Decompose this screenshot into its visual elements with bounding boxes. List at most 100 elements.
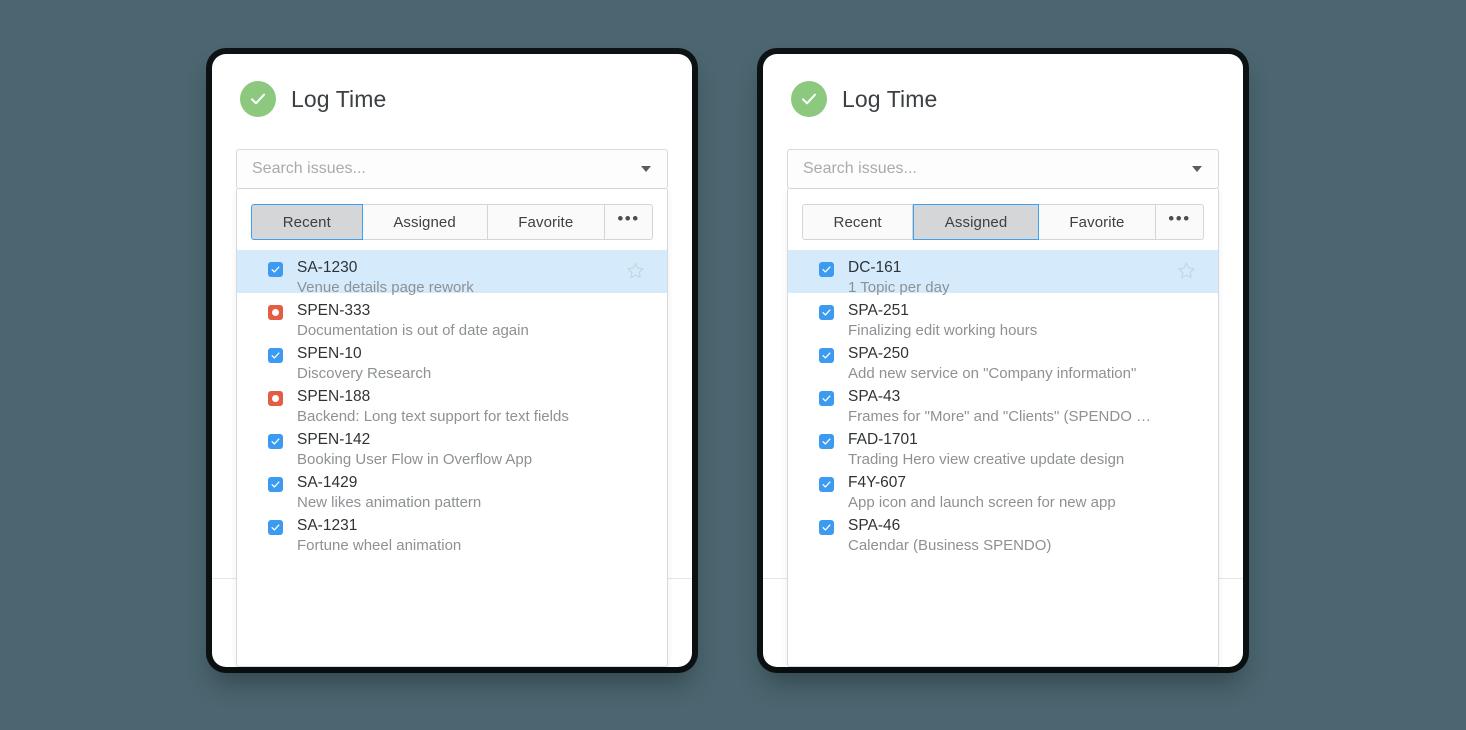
issue-text: SPA-43 Frames for "More" and "Clients" (S… [848,388,1218,426]
card-header: Log Time [763,54,1243,117]
issue-key: FAD-1701 [848,431,918,448]
favorite-star-icon[interactable] [626,261,645,280]
search-input[interactable]: Search issues... [236,149,668,189]
issue-type-icon[interactable] [268,305,283,320]
issue-text: SPA-250 Add new service on "Company infor… [848,345,1218,383]
card-body: Log Time Search issues... Recent Assigned Fa… [763,54,1243,667]
issue-text: SPA-251 Finalizing edit working hours [848,302,1218,340]
checkbox-icon[interactable] [268,520,283,535]
issue-text: SPEN-10 Discovery Research [297,345,667,383]
issue-key: F4Y-607 [848,474,907,491]
issue-row[interactable]: SPEN-142 Booking User Flow in Overflow Ap… [237,422,667,468]
issue-type-icon[interactable] [268,348,283,363]
issue-type-icon[interactable] [819,434,834,449]
issue-row[interactable]: SPA-46 Calendar (Business SPENDO) [788,508,1218,554]
tab-recent[interactable]: Recent [802,204,914,240]
more-options-button[interactable]: ••• [605,204,654,240]
issue-type-icon[interactable] [819,348,834,363]
tab-bar: Recent Assigned Favorite ••• [251,204,654,240]
issue-row[interactable]: SPA-43 Frames for "More" and "Clients" (S… [788,379,1218,425]
issue-list[interactable]: SA-1230 Venue details page rework SPEN-333… [237,250,667,554]
issue-text: FAD-1701 Trading Hero view creative updat… [848,431,1218,469]
issue-type-icon[interactable] [819,477,834,492]
chevron-down-icon[interactable] [641,166,651,172]
issue-row[interactable]: SPEN-333 Documentation is out of date aga… [237,293,667,339]
issue-dropdown: Recent Assigned Favorite ••• SA-1230 Venue de… [236,189,668,667]
issue-row[interactable]: FAD-1701 Trading Hero view creative updat… [788,422,1218,468]
issue-text: SPEN-188 Backend: Long text support for t… [297,388,667,426]
checkbox-icon[interactable] [819,391,834,406]
issue-text: SPEN-142 Booking User Flow in Overflow Ap… [297,431,667,469]
issue-summary: Calendar (Business SPENDO) [848,537,1052,554]
issue-row[interactable]: SPEN-188 Backend: Long text support for t… [237,379,667,425]
issue-key: SPA-251 [848,302,909,319]
issue-text: SPEN-333 Documentation is out of date aga… [297,302,667,340]
tab-assigned[interactable]: Assigned [913,204,1039,240]
issue-dropdown: Recent Assigned Favorite ••• DC-161 1 Topic p… [787,189,1219,667]
issue-row[interactable]: SA-1429 New likes animation pattern [237,465,667,511]
issue-key: SA-1231 [297,517,358,534]
tab-assigned[interactable]: Assigned [362,204,488,240]
checkbox-icon[interactable] [819,434,834,449]
search-input[interactable]: Search issues... [787,149,1219,189]
issue-type-icon[interactable] [819,391,834,406]
page-title: Log Time [291,85,387,112]
checkbox-icon[interactable] [819,348,834,363]
checkbox-icon[interactable] [819,520,834,535]
card-header: Log Time [212,54,692,117]
issue-text: DC-161 1 Topic per day [848,259,1218,297]
checkbox-icon[interactable] [819,262,834,277]
issue-text: SA-1429 New likes animation pattern [297,474,667,512]
issue-key: SA-1429 [297,474,358,491]
issue-type-icon[interactable] [268,477,283,492]
issue-key: SPA-43 [848,388,901,405]
issue-summary: Fortune wheel animation [297,537,462,554]
issue-text: SA-1230 Venue details page rework [297,259,667,297]
issue-row[interactable]: SA-1231 Fortune wheel animation [237,508,667,554]
checkbox-icon[interactable] [268,262,283,277]
issue-key: SPEN-10 [297,345,362,362]
issue-key: SPA-250 [848,345,909,362]
issue-list[interactable]: DC-161 1 Topic per day SPA-251 Finalizing e… [788,250,1218,554]
tab-favorite[interactable]: Favorite [487,204,606,240]
issue-text: F4Y-607 App icon and launch screen for ne… [848,474,1218,512]
issue-row[interactable]: SA-1230 Venue details page rework [237,250,667,296]
issue-type-icon[interactable] [819,262,834,277]
checkbox-icon[interactable] [819,305,834,320]
checkbox-icon[interactable] [268,434,283,449]
checkbox-icon[interactable] [268,477,283,492]
bug-icon[interactable] [268,305,283,320]
check-circle-icon [791,81,827,117]
issue-row[interactable]: DC-161 1 Topic per day [788,250,1218,296]
issue-row[interactable]: F4Y-607 App icon and launch screen for ne… [788,465,1218,511]
card-body: Log Time Search issues... Recent Assigned Fa… [212,54,692,667]
search-placeholder: Search issues... [252,160,366,177]
tab-favorite[interactable]: Favorite [1038,204,1156,240]
favorite-star-icon[interactable] [1177,261,1196,280]
issue-row[interactable]: SPA-251 Finalizing edit working hours [788,293,1218,339]
page-title: Log Time [842,85,938,112]
issue-type-icon[interactable] [268,520,283,535]
bug-icon[interactable] [268,391,283,406]
checkbox-icon[interactable] [268,348,283,363]
issue-type-icon[interactable] [819,520,834,535]
tab-recent[interactable]: Recent [251,204,363,240]
screen: Log Time Search issues... Recent Assigned Fa… [0,0,1466,730]
issue-row[interactable]: SPEN-10 Discovery Research [237,336,667,382]
issue-type-icon[interactable] [268,391,283,406]
more-options-button[interactable]: ••• [1155,204,1204,240]
issue-key: SA-1230 [297,259,358,276]
left-panel: Log Time Search issues... Recent Assigned Fa… [212,54,692,667]
issue-key: SPEN-188 [297,388,371,405]
issue-row[interactable]: SPA-250 Add new service on "Company infor… [788,336,1218,382]
issue-key: DC-161 [848,259,902,276]
issue-text: SPA-46 Calendar (Business SPENDO) [848,517,1218,555]
issue-type-icon[interactable] [268,434,283,449]
check-circle-icon [240,81,276,117]
issue-type-icon[interactable] [268,262,283,277]
issue-key: SPA-46 [848,517,901,534]
issue-type-icon[interactable] [819,305,834,320]
tab-bar: Recent Assigned Favorite ••• [802,204,1204,240]
chevron-down-icon[interactable] [1192,166,1202,172]
checkbox-icon[interactable] [819,477,834,492]
